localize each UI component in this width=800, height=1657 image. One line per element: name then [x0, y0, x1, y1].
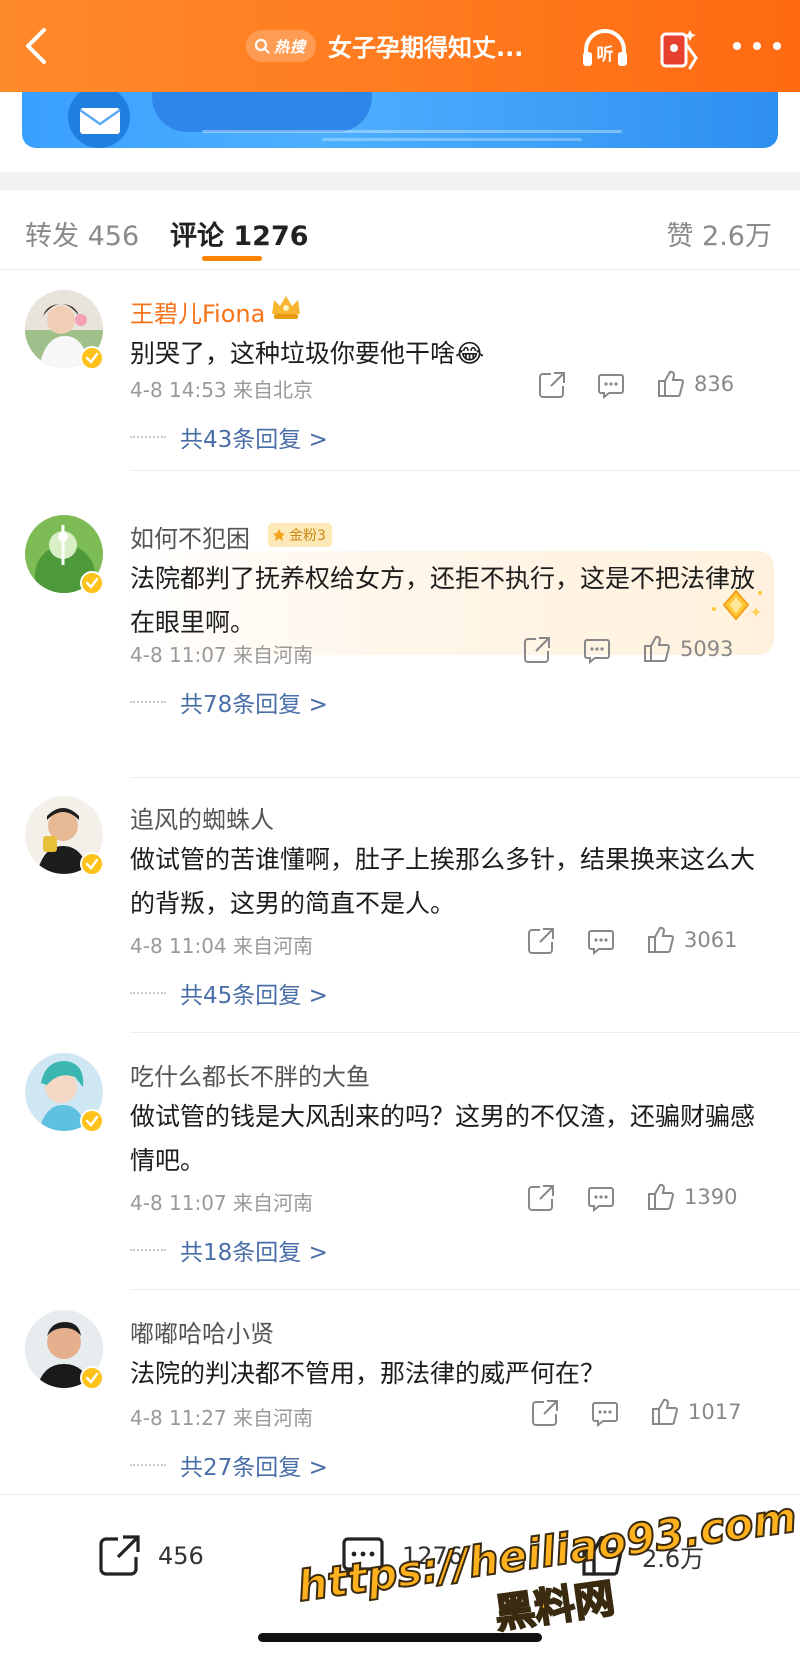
ad-banner[interactable] [22, 92, 778, 148]
username[interactable]: 追风的蜘蛛人 [130, 800, 274, 835]
like-count: 836 [694, 372, 735, 396]
comment-meta: 4-8 11:27 来自河南 [130, 1406, 314, 1430]
verified-badge-icon [80, 852, 104, 876]
comment-meta: 4-8 14:53 来自北京 [130, 378, 314, 402]
section-gap [0, 172, 800, 190]
comment-icon[interactable] [582, 635, 612, 665]
share-icon[interactable] [537, 370, 567, 400]
verified-badge-icon [80, 1366, 104, 1390]
tab-comment[interactable]: 评论 1276 [170, 214, 309, 253]
reply-dash [130, 436, 166, 438]
laugh-cry-emoji: 😂 [455, 339, 485, 368]
banner-decoration [152, 92, 372, 132]
comment-tabs: 转发 456 评论 1276 赞 2.6万 [0, 190, 800, 270]
like-icon[interactable] [646, 925, 676, 955]
crown-badge-icon [272, 296, 300, 319]
like-count: 5093 [680, 637, 734, 661]
ad-banner-area [0, 92, 800, 164]
mail-icon [79, 108, 121, 134]
back-arrow-icon[interactable] [18, 26, 58, 66]
reply-link[interactable]: 共78条回复 > [130, 685, 328, 719]
comment-icon[interactable] [586, 926, 616, 956]
page-title: 女子孕期得知丈... [328, 34, 524, 62]
share-icon [99, 1535, 140, 1576]
comment-meta: 4-8 11:07 来自河南 [130, 1191, 314, 1215]
bottom-repost-button[interactable]: 456 [96, 1533, 204, 1579]
tab-like[interactable]: 赞 2.6万 [666, 214, 772, 253]
like-count: 3061 [684, 928, 738, 952]
divider [130, 777, 800, 778]
reply-link[interactable]: 共43条回复 > [130, 420, 328, 454]
fan-badge-icon [273, 529, 285, 541]
share-icon[interactable] [526, 1183, 556, 1213]
fan-badge-label: 金粉3 [289, 528, 326, 544]
verified-badge-icon [80, 571, 104, 595]
verified-badge-icon [80, 346, 104, 370]
search-icon [254, 38, 270, 54]
reply-dash [130, 1464, 166, 1466]
reply-count: 共18条回复 > [180, 1240, 328, 1266]
reply-link[interactable]: 共18条回复 > [130, 1233, 328, 1267]
username[interactable]: 吃什么都长不胖的大鱼 [130, 1057, 370, 1092]
username[interactable]: 如何不犯困 [130, 519, 250, 554]
username[interactable]: 王碧儿Fiona [130, 294, 265, 329]
watermark-name: 黑料网 [492, 1576, 617, 1638]
comment-text: 法院都判了抚养权给女方，还拒不执行，这是不把法律放在眼里啊。 [130, 564, 756, 637]
divider [130, 470, 800, 471]
reply-dash [130, 992, 166, 994]
top-bar: 热搜 女子孕期得知丈... 听 [0, 0, 800, 92]
share-icon[interactable] [522, 635, 552, 665]
red-packet-icon[interactable] [656, 24, 700, 72]
like-icon[interactable] [642, 634, 672, 664]
comment-icon[interactable] [590, 1398, 620, 1428]
banner-fine-print-2 [322, 138, 582, 141]
comment-meta: 4-8 11:07 来自河南 [130, 643, 314, 667]
reply-dash [130, 701, 166, 703]
share-icon[interactable] [526, 926, 556, 956]
watermark: https://heiliao93.com 黑料网 [300, 1498, 800, 1639]
reply-count: 共45条回复 > [180, 983, 328, 1009]
hot-search-tag[interactable]: 热搜 [246, 30, 316, 62]
banner-fine-print [202, 130, 622, 133]
bottom-repost-count: 456 [158, 1542, 204, 1570]
like-count: 1390 [684, 1185, 738, 1209]
comment-text: 做试管的钱是大风刮来的吗？这男的不仅渣，还骗财骗感情吧。 [130, 1102, 756, 1175]
reply-link[interactable]: 共27条回复 > [130, 1448, 328, 1482]
divider [130, 1032, 800, 1033]
comment-icon[interactable] [586, 1183, 616, 1213]
reply-count: 共78条回复 > [180, 692, 328, 718]
tab-repost[interactable]: 转发 456 [25, 214, 139, 253]
username[interactable]: 嘟嘟哈哈小贤 [130, 1314, 274, 1349]
comment-text: 法院的判决都不管用，那法律的威严何在？ [130, 1359, 606, 1388]
comment-meta: 4-8 11:04 来自河南 [130, 934, 314, 958]
like-count: 1017 [688, 1400, 742, 1424]
active-tab-indicator [202, 256, 262, 261]
reply-count: 共43条回复 > [180, 427, 328, 453]
divider [130, 1289, 800, 1290]
fan-level-badge: 金粉3 [268, 523, 332, 547]
reply-link[interactable]: 共45条回复 > [130, 976, 328, 1010]
comment-text: 做试管的苦谁懂啊，肚子上挨那么多针，结果换来这么大的背叛，这男的简直不是人。 [130, 845, 756, 918]
like-icon[interactable] [650, 1397, 680, 1427]
reply-count: 共27条回复 > [180, 1455, 328, 1481]
hot-search-label: 热搜 [274, 37, 307, 56]
verified-badge-icon [80, 1109, 104, 1133]
more-options-icon[interactable] [730, 36, 784, 56]
listen-label: 听 [597, 44, 614, 65]
comment-icon[interactable] [596, 370, 626, 400]
share-icon[interactable] [530, 1398, 560, 1428]
gold-gem-icon [712, 589, 762, 621]
listen-headphone-icon[interactable]: 听 [580, 26, 630, 70]
like-icon[interactable] [656, 369, 686, 399]
reply-dash [130, 1249, 166, 1251]
like-icon[interactable] [646, 1182, 676, 1212]
